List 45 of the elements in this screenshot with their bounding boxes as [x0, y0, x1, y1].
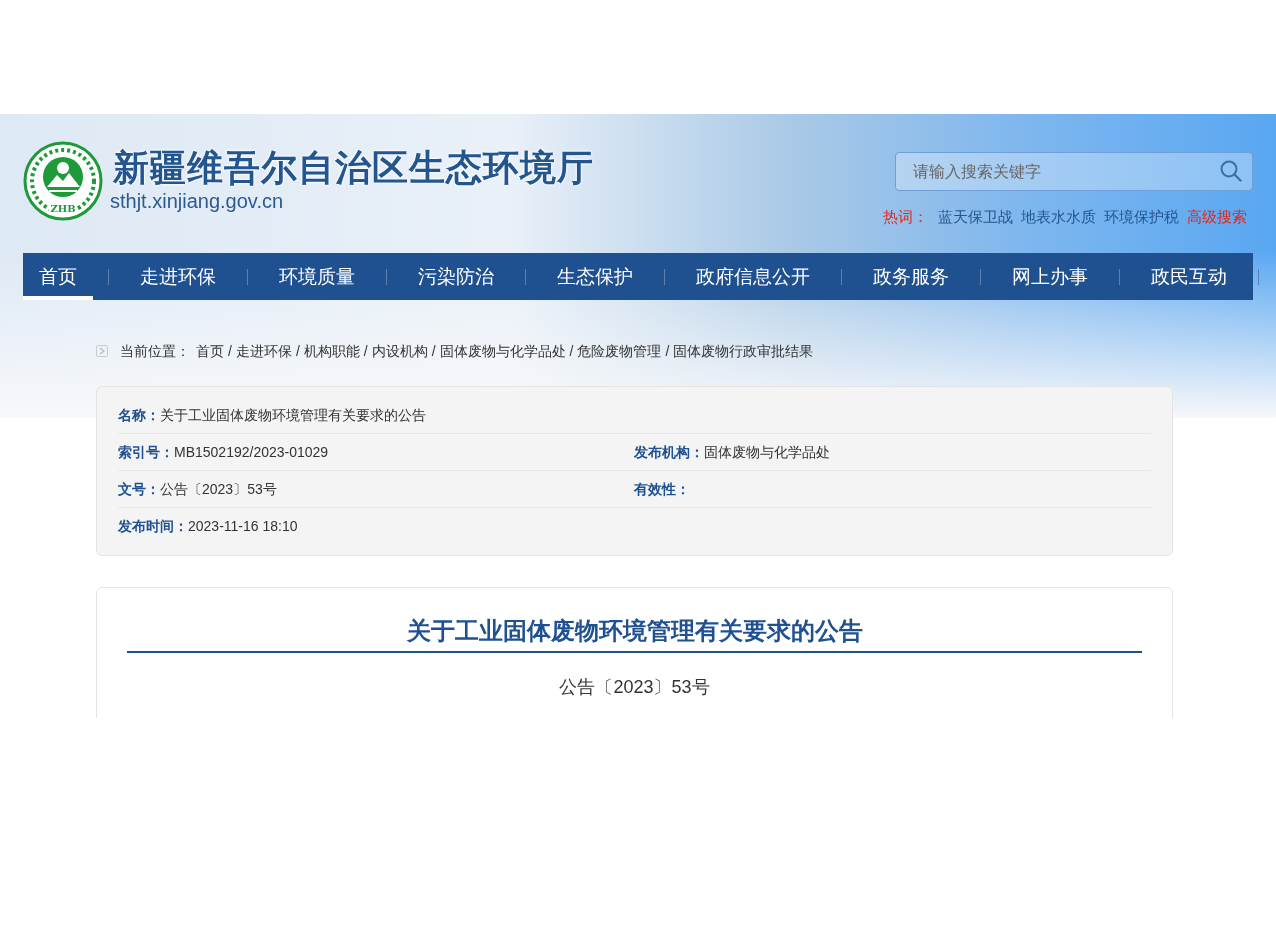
- nav-tab[interactable]: 走进环保: [124, 253, 232, 300]
- hot-word-link[interactable]: 蓝天保卫战: [938, 207, 1013, 227]
- field-label: 有效性：: [634, 479, 690, 499]
- nav-tab[interactable]: 污染防治: [402, 253, 510, 300]
- breadcrumb-link[interactable]: 机构职能: [303, 340, 360, 362]
- breadcrumb-separator: /: [431, 341, 436, 361]
- nav-tab[interactable]: 环境质量: [263, 253, 371, 300]
- breadcrumb-link[interactable]: 内设机构: [371, 340, 428, 362]
- emblem-logo: ZHB: [23, 141, 103, 221]
- field-label: 名称：: [118, 405, 160, 425]
- field-label: 文号：: [118, 479, 160, 499]
- site-url: sthjt.xinjiang.gov.cn: [110, 189, 285, 213]
- article-title: 关于工业固体废物环境管理有关要求的公告: [127, 615, 1142, 653]
- site-title: 新疆维吾尔自治区生态环境厅: [113, 145, 594, 189]
- nav-tab[interactable]: 网上办事: [996, 253, 1104, 300]
- breadcrumb-separator: /: [295, 341, 300, 361]
- breadcrumb-link[interactable]: 首页: [196, 340, 224, 362]
- field-label: 发布时间：: [118, 517, 188, 536]
- breadcrumb-label: 当前位置：: [120, 341, 190, 361]
- search-field[interactable]: 请输入搜索关键字: [895, 152, 1253, 191]
- field-label: 索引号：: [118, 442, 174, 462]
- field-value: 关于工业固体废物环境管理有关要求的公告: [160, 405, 426, 425]
- breadcrumb-separator: /: [228, 341, 232, 361]
- nav-tab[interactable]: 政府信息公开: [680, 253, 826, 300]
- hot-words-label: 热词：: [883, 207, 928, 227]
- document-number: 公告〔2023〕53号: [558, 676, 711, 699]
- breadcrumb-link[interactable]: 走进环保: [235, 340, 292, 362]
- nav-tab[interactable]: 政民互动: [1135, 253, 1243, 300]
- breadcrumb-link[interactable]: 固体废物与化学品处: [439, 340, 566, 362]
- field-value: MB1502192/2023-01029: [174, 442, 329, 462]
- nav-tab[interactable]: 生态保护: [541, 253, 649, 300]
- breadcrumb-separator: /: [569, 341, 574, 361]
- breadcrumb-link[interactable]: 危险废物管理: [577, 340, 662, 362]
- breadcrumb-separator: /: [363, 341, 368, 361]
- nav-tab[interactable]: 首页: [23, 253, 93, 300]
- field-value: 公告〔2023〕53号: [160, 479, 277, 499]
- nav-tab[interactable]: 政务服务: [857, 253, 965, 300]
- field-label: 发布机构：: [634, 442, 704, 462]
- hot-word-link[interactable]: 地表水水质: [1021, 207, 1096, 227]
- breadcrumb-link[interactable]: 固体废物行政审批结果: [673, 340, 814, 362]
- field-value: 固体废物与化学品处: [704, 442, 830, 462]
- field-value: 2023-11-16 18:10: [188, 517, 298, 536]
- search-icon[interactable]: [1220, 160, 1242, 182]
- breadcrumb-arrow-icon: [96, 345, 108, 357]
- breadcrumb-separator: /: [665, 341, 670, 361]
